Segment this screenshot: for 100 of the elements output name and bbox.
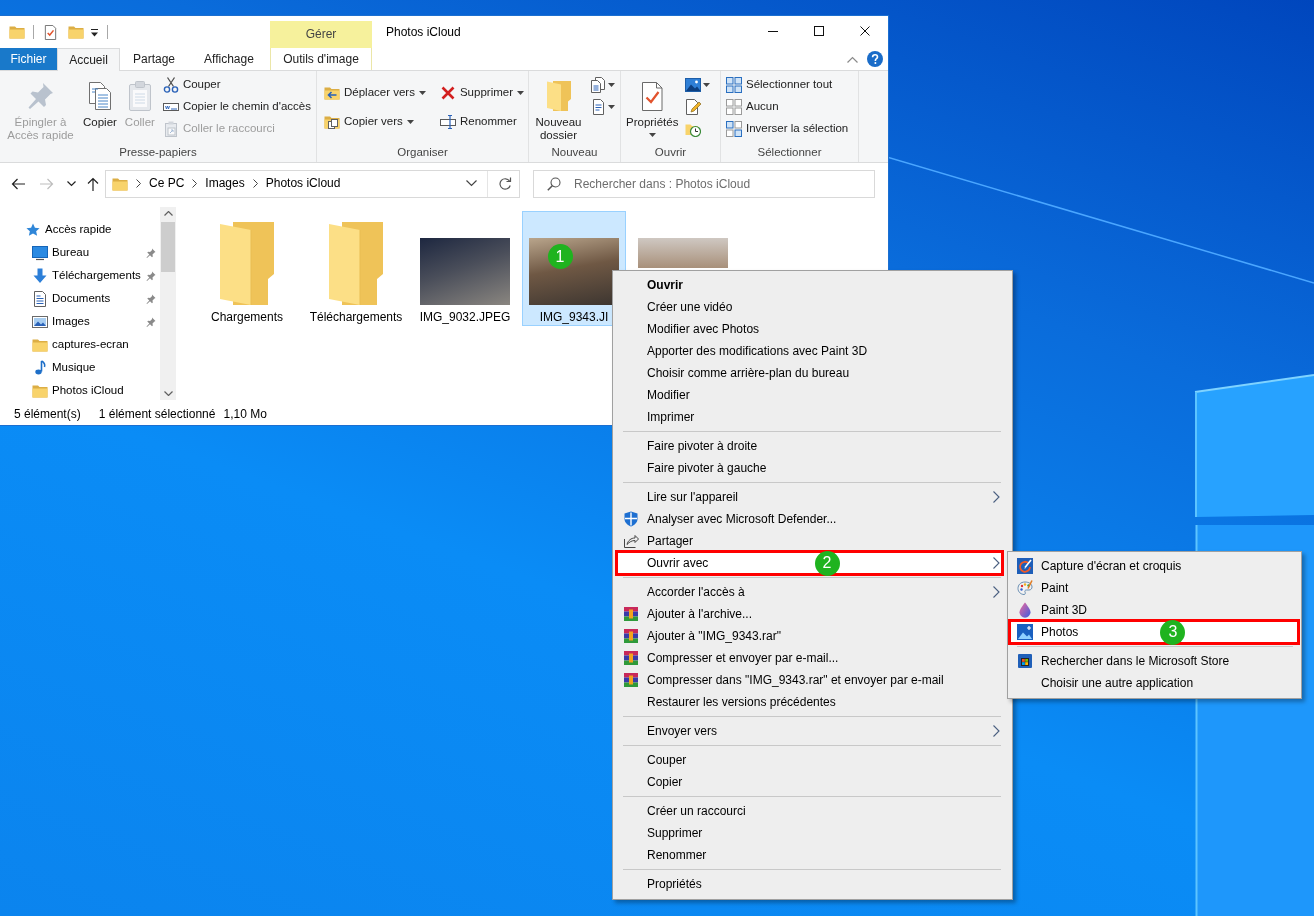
chevron-down-icon[interactable] (67, 180, 76, 187)
contextual-tab-group: Gérer (270, 21, 372, 48)
folder-icon (328, 221, 384, 305)
nav-item[interactable]: Documents (0, 287, 160, 310)
refresh-icon[interactable] (498, 176, 512, 191)
documents-icon (590, 77, 606, 93)
star-icon (26, 222, 40, 237)
dropdown-chevron-icon[interactable] (466, 180, 477, 187)
menu-item[interactable]: Accorder l'accès à (615, 581, 1006, 603)
nav-item[interactable]: Images (0, 310, 160, 333)
ribbon-button[interactable]: Sélectionner tout (723, 74, 852, 96)
ribbon-tab[interactable]: Partage (120, 48, 188, 70)
close-icon[interactable] (860, 26, 870, 36)
ribbon-button[interactable]: Copier le chemin d'accès (159, 96, 314, 118)
ribbon-tab[interactable]: Fichier (0, 48, 57, 70)
collapse-ribbon-icon[interactable] (847, 55, 858, 63)
nav-item[interactable]: captures-ecran (0, 333, 160, 356)
ribbon-tab[interactable]: Outils d'image (270, 48, 372, 70)
menu-item[interactable]: Créer un raccourci (615, 800, 1006, 822)
menu-item[interactable]: Choisir comme arrière-plan du bureau (615, 362, 1006, 384)
chevron-right-icon[interactable] (136, 179, 141, 188)
address-bar[interactable]: Ce PC Images Photos iCloud (105, 169, 520, 198)
nav-item[interactable]: Photos iCloud (0, 379, 160, 402)
scroll-up-icon[interactable] (163, 211, 173, 216)
monitor-icon (32, 244, 48, 261)
checked-document-icon[interactable] (43, 24, 58, 40)
ribbon-group-label: Ouvrir (653, 145, 688, 160)
pen-arc-icon (1017, 558, 1033, 574)
menu-item[interactable]: Paint (1009, 577, 1301, 599)
document-icon (32, 290, 48, 307)
pin-icon (146, 247, 156, 258)
breadcrumb[interactable]: Images (205, 176, 245, 191)
ribbon-button[interactable]: Supprimer (436, 82, 527, 104)
chevron-right-icon[interactable] (252, 179, 258, 188)
file-item[interactable]: IMG_9032.JPEG (413, 211, 517, 326)
books-icon (623, 650, 639, 666)
ribbon-tab[interactable]: Affichage (188, 48, 270, 70)
menu-item[interactable]: Rechercher dans le Microsoft Store (1009, 650, 1301, 672)
menu-item[interactable]: Couper (615, 749, 1006, 771)
up-arrow-icon[interactable] (86, 175, 100, 192)
menu-item[interactable]: Lire sur l'appareil (615, 486, 1006, 508)
menu-item[interactable]: Imprimer (615, 406, 1006, 428)
file-item[interactable]: Téléchargements (304, 211, 408, 326)
menu-item[interactable]: Ajouter à "IMG_9343.rar" (615, 625, 1006, 647)
menu-item[interactable]: Compresser dans "IMG_9343.rar" et envoyer par e-mail (615, 669, 1006, 691)
nav-item[interactable]: Musique (0, 356, 160, 379)
picture-icon (32, 313, 48, 330)
scrollbar[interactable] (160, 207, 176, 400)
caret-icon (703, 83, 711, 87)
menu-item[interactable]: Faire pivoter à gauche (615, 457, 1006, 479)
menu-item[interactable]: Renommer (615, 844, 1006, 866)
menu-item[interactable]: Ajouter à l'archive... (615, 603, 1006, 625)
menu-item[interactable]: Copier (615, 771, 1006, 793)
droplet-icon (1017, 602, 1033, 618)
breadcrumb[interactable]: Photos iCloud (265, 176, 341, 191)
nav-item[interactable]: Téléchargements (0, 264, 160, 287)
menu-item[interactable]: Restaurer les versions précédentes (615, 691, 1006, 713)
ribbon-button[interactable]: Copier (80, 74, 120, 131)
dropdown-arrow-icon[interactable] (90, 26, 99, 38)
maximize-icon[interactable] (814, 26, 824, 36)
menu-item[interactable]: Compresser et envoyer par e-mail... (615, 647, 1006, 669)
scrollbar-thumb[interactable] (161, 222, 175, 272)
menu-item[interactable]: Propriétés (615, 873, 1006, 895)
folder-icon (545, 80, 572, 112)
ribbon-button[interactable]: Copier vers (321, 111, 429, 133)
menu-item[interactable]: Choisir une autre application (1009, 672, 1301, 694)
menu-item[interactable]: Analyser avec Microsoft Defender... (615, 508, 1006, 530)
menu-item[interactable]: Faire pivoter à droite (615, 435, 1006, 457)
books-icon (623, 606, 639, 622)
ribbon-button[interactable]: Déplacer vers (321, 82, 429, 104)
ribbon-button[interactable]: Propriétés (623, 74, 682, 139)
breadcrumb[interactable]: Ce PC (149, 176, 185, 191)
file-item[interactable]: Chargements (195, 211, 299, 326)
ribbon-button[interactable]: Aucun (723, 96, 852, 118)
menu-item[interactable]: Apporter des modifications avec Paint 3D (615, 340, 1006, 362)
search-field[interactable]: Rechercher dans : Photos iCloud (533, 169, 875, 198)
help-icon[interactable] (867, 51, 883, 67)
menu-item[interactable]: Partager (615, 530, 1006, 552)
music-note-icon (32, 359, 48, 376)
ribbon-button[interactable]: Renommer (436, 111, 527, 133)
download-arrow-icon (32, 267, 48, 284)
nav-item[interactable]: Bureau (0, 241, 160, 264)
share-icon (623, 533, 639, 549)
menu-item[interactable]: Modifier (615, 384, 1006, 406)
ribbon-button[interactable]: Inverser la sélection (723, 118, 852, 140)
menu-item[interactable]: Envoyer vers (615, 720, 1006, 742)
ribbon-button[interactable]: Nouveau dossier (531, 74, 586, 144)
menu-item[interactable]: Capture d'écran et croquis (1009, 555, 1301, 577)
ribbon-tab[interactable]: Accueil (57, 48, 120, 72)
ribbon-group-label: Organiser (396, 145, 449, 160)
ribbon-group-label: Sélectionner (756, 145, 823, 160)
palette-icon (1017, 580, 1033, 596)
nav-item[interactable]: Accès rapide (0, 218, 160, 241)
document-icon (590, 99, 606, 115)
menu-item[interactable]: Paint 3D (1009, 599, 1301, 621)
ribbon-button[interactable]: Couper (159, 74, 314, 96)
scroll-down-icon[interactable] (163, 391, 173, 396)
clipboard-shortcut-icon (162, 121, 179, 137)
chevron-right-icon[interactable] (192, 179, 198, 188)
menu-item[interactable]: Supprimer (615, 822, 1006, 844)
